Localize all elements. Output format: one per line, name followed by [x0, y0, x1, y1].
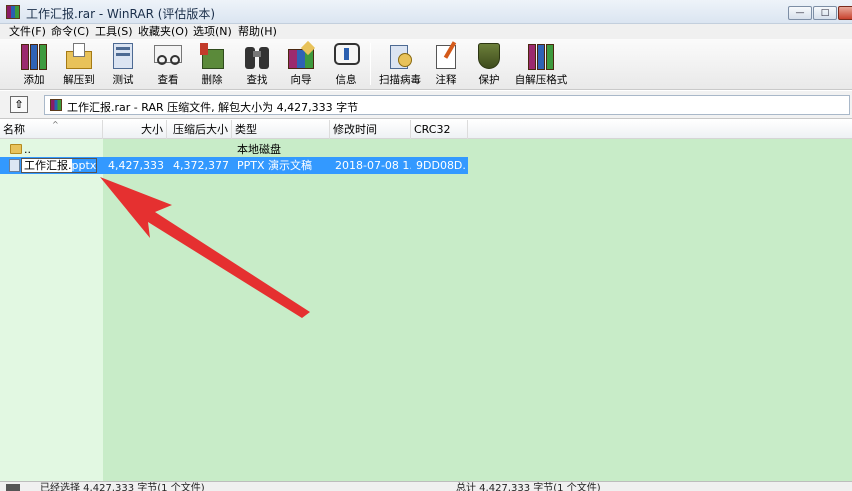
comment-icon — [430, 41, 462, 71]
file-modified: 2018-07-08 1... — [335, 159, 411, 172]
menu-file[interactable]: 文件(F) — [7, 24, 48, 39]
find-label: 查找 — [246, 74, 268, 86]
list-header: 名称 ^ 大小 压缩后大小 类型 修改时间 CRC32 — [0, 120, 852, 139]
virus-scan-icon — [384, 41, 416, 71]
file-packed-size: 4,372,377 — [173, 159, 229, 172]
add-button[interactable]: 添加 — [14, 41, 54, 88]
file-type: 本地磁盘 — [237, 143, 281, 156]
delete-button[interactable]: 删除 — [194, 41, 230, 88]
selected-extension: pptx — [71, 159, 97, 172]
wizard-label: 向导 — [290, 74, 312, 86]
sfx-button[interactable]: 自解压格式 — [513, 41, 569, 88]
rename-input[interactable]: 工作汇报.pptx — [21, 158, 97, 173]
address-bar: ⇧ 工作汇报.rar - RAR 压缩文件, 解包大小为 4,427,333 字… — [0, 91, 852, 119]
test-icon — [107, 41, 139, 71]
toolbar-separator — [370, 43, 371, 85]
menu-help[interactable]: 帮助(H) — [236, 24, 279, 39]
file-name: .. — [24, 143, 31, 156]
close-button[interactable]: ✕ — [838, 6, 852, 20]
status-bar: 已经选择 4,427,333 字节(1 个文件) 总计 4,427,333 字节… — [0, 481, 852, 491]
sfx-label: 自解压格式 — [514, 74, 568, 86]
view-button[interactable]: 查看 — [148, 41, 188, 88]
test-button[interactable]: 测试 — [104, 41, 142, 88]
column-crc32[interactable]: CRC32 — [411, 120, 468, 139]
folder-up-icon — [10, 144, 22, 154]
file-size: 4,427,333 — [108, 159, 164, 172]
pptx-file-icon — [9, 159, 20, 172]
menu-options[interactable]: 选项(N) — [191, 24, 234, 39]
add-archive-icon — [18, 41, 50, 71]
sfx-archive-icon — [525, 41, 557, 71]
list-item-selected[interactable]: 工作汇报.pptx 4,427,333 4,372,377 PPTX 演示文稿 … — [0, 157, 468, 174]
up-folder-button[interactable]: ⇧ — [10, 96, 28, 113]
info-icon — [330, 41, 362, 71]
archive-icon — [50, 99, 62, 111]
shield-icon — [473, 41, 505, 71]
comment-label: 注释 — [435, 74, 457, 86]
menu-bar: 文件(F) 命令(C) 工具(S) 收藏夹(O) 选项(N) 帮助(H) — [0, 24, 852, 39]
info-button[interactable]: 信息 — [328, 41, 364, 88]
name-column-background — [0, 120, 103, 481]
window-title: 工作汇报.rar - WinRAR (评估版本) — [26, 7, 216, 21]
extract-button[interactable]: 解压到 — [59, 41, 99, 88]
delete-label: 删除 — [201, 74, 223, 86]
wizard-icon — [285, 40, 317, 71]
status-selected: 已经选择 4,427,333 字节(1 个文件) — [40, 483, 205, 491]
extract-label: 解压到 — [63, 74, 95, 86]
archive-path-field[interactable]: 工作汇报.rar - RAR 压缩文件, 解包大小为 4,427,333 字节 — [44, 95, 850, 115]
view-glasses-icon — [152, 41, 184, 71]
winrar-icon — [6, 5, 20, 19]
toolbar: 添加 解压到 测试 查看 删除 查找 向导 信息 扫描病毒 注释 保护 自解压格… — [0, 39, 852, 90]
maximize-button[interactable]: □ — [813, 6, 837, 20]
delete-icon — [196, 41, 228, 71]
column-modified[interactable]: 修改时间 — [330, 120, 411, 139]
status-total: 总计 4,427,333 字节(1 个文件) — [456, 483, 601, 491]
binoculars-icon — [241, 41, 273, 71]
comment-button[interactable]: 注释 — [430, 41, 462, 88]
status-disk-icon — [6, 484, 20, 491]
minimize-button[interactable]: — — [788, 6, 812, 20]
column-packed-size[interactable]: 压缩后大小 — [167, 120, 232, 139]
extract-folder-icon — [63, 41, 95, 71]
list-item[interactable]: .. 本地磁盘 — [0, 141, 468, 158]
archive-path: 工作汇报.rar - RAR 压缩文件, 解包大小为 4,427,333 字节 — [67, 101, 359, 114]
file-crc32: 9DD08D... — [416, 159, 466, 172]
virus-scan-button[interactable]: 扫描病毒 — [377, 41, 423, 88]
protect-label: 保护 — [478, 74, 500, 86]
sort-ascending-icon: ^ — [52, 120, 59, 129]
protect-button[interactable]: 保护 — [473, 41, 505, 88]
info-label: 信息 — [335, 74, 357, 86]
menu-commands[interactable]: 命令(C) — [49, 24, 91, 39]
column-size[interactable]: 大小 — [103, 120, 167, 139]
add-label: 添加 — [23, 74, 45, 86]
column-type[interactable]: 类型 — [232, 120, 330, 139]
view-label: 查看 — [157, 74, 179, 86]
wizard-button[interactable]: 向导 — [283, 40, 319, 88]
virus-scan-label: 扫描病毒 — [379, 74, 421, 86]
file-type: PPTX 演示文稿 — [237, 159, 313, 172]
title-bar: 工作汇报.rar - WinRAR (评估版本) — □ ✕ — [0, 0, 852, 24]
file-list[interactable]: 名称 ^ 大小 压缩后大小 类型 修改时间 CRC32 .. 本地磁盘 工作汇报… — [0, 120, 852, 481]
menu-favorites[interactable]: 收藏夹(O) — [136, 24, 190, 39]
find-button[interactable]: 查找 — [239, 41, 275, 88]
menu-tools[interactable]: 工具(S) — [93, 24, 135, 39]
test-label: 测试 — [112, 74, 134, 86]
